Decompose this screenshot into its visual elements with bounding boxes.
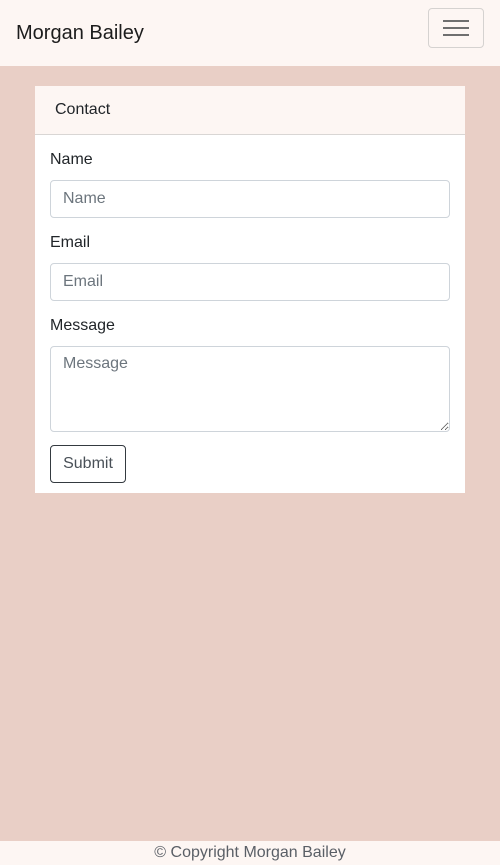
email-label: Email — [50, 234, 91, 251]
contact-card-title: Contact — [55, 101, 111, 118]
contact-card: Contact Name Email Message Submit — [35, 86, 465, 493]
submit-button[interactable]: Submit — [50, 445, 126, 483]
message-label: Message — [50, 317, 115, 334]
email-input[interactable] — [50, 263, 450, 301]
top-navbar: Morgan Bailey — [0, 0, 500, 66]
navbar-brand[interactable]: Morgan Bailey — [16, 20, 144, 46]
name-input[interactable] — [50, 180, 450, 218]
footer-copyright: © Copyright Morgan Bailey — [154, 844, 346, 861]
contact-card-header: Contact — [35, 86, 465, 135]
name-label: Name — [50, 151, 93, 168]
hamburger-menu-icon — [443, 20, 469, 36]
navbar-toggle-button[interactable] — [428, 8, 484, 48]
message-textarea[interactable] — [50, 346, 450, 432]
page-footer: © Copyright Morgan Bailey — [0, 841, 500, 865]
